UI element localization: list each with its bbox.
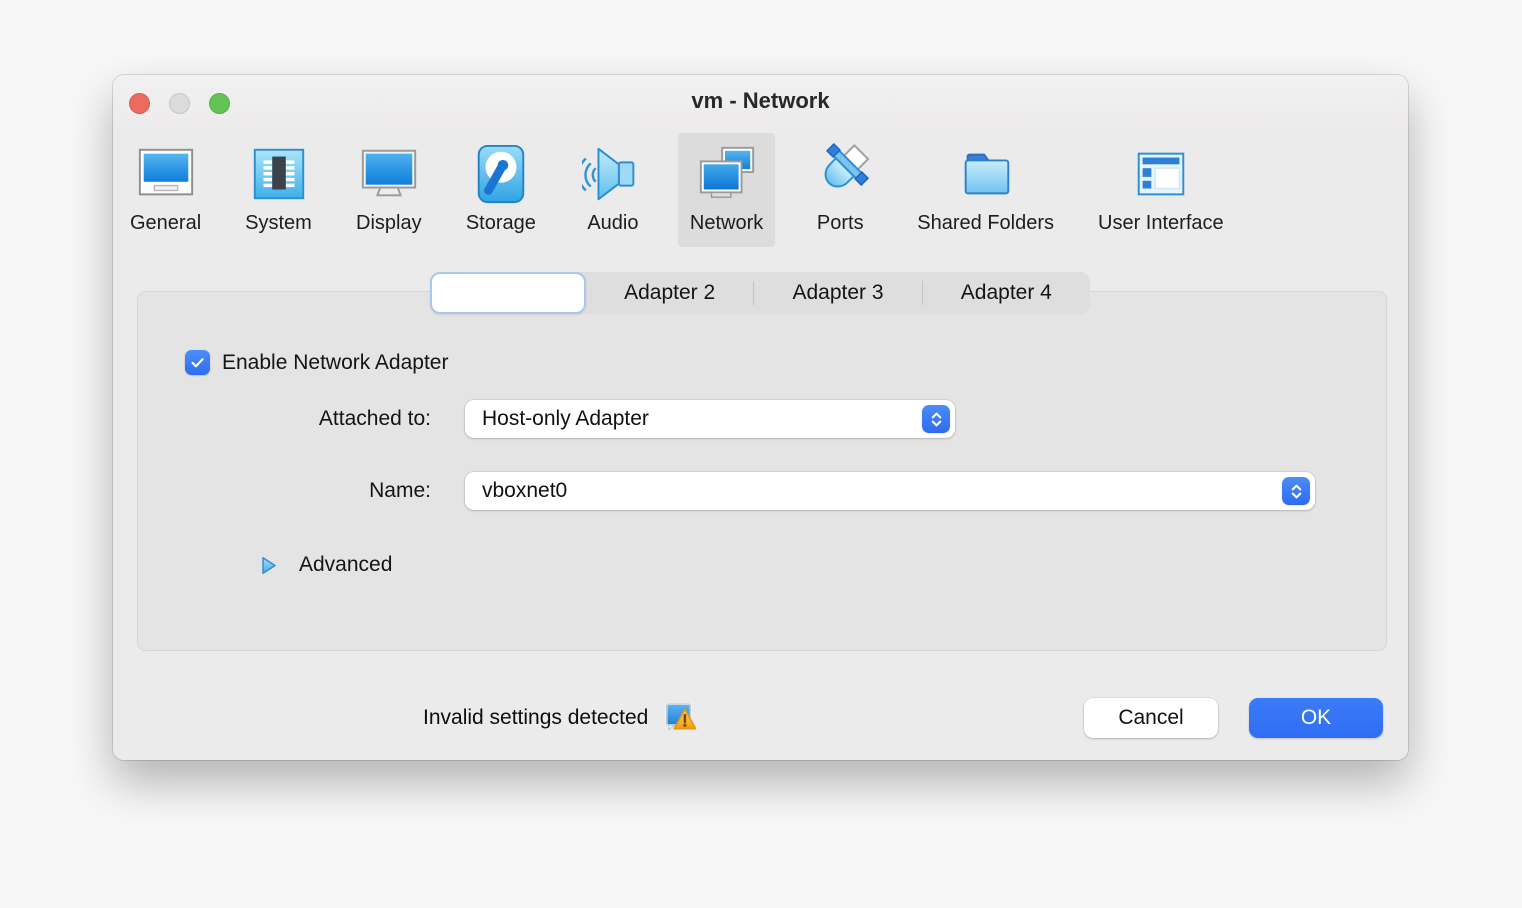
warning-icon bbox=[665, 702, 698, 734]
name-label: Name: bbox=[138, 472, 431, 510]
settings-toolbar: General System bbox=[113, 133, 1408, 247]
storage-icon bbox=[468, 141, 534, 207]
status-text: Invalid settings detected bbox=[423, 706, 648, 730]
chevron-up-down-icon bbox=[922, 405, 950, 433]
disclosure-triangle-icon bbox=[261, 556, 277, 575]
toolbar-label: Display bbox=[356, 212, 422, 235]
checkmark-icon bbox=[189, 354, 206, 371]
adapter-settings-panel: Enable Network Adapter Attached to: Host… bbox=[137, 291, 1387, 651]
toolbar-label: System bbox=[245, 212, 312, 235]
user-interface-icon bbox=[1128, 141, 1194, 207]
enable-network-adapter-checkbox[interactable] bbox=[185, 350, 210, 375]
advanced-disclosure[interactable]: Advanced bbox=[261, 553, 392, 577]
toolbar-label: User Interface bbox=[1098, 212, 1224, 235]
adapter-tabbar: Adapter 2 Adapter 3 Adapter 4 bbox=[430, 272, 1090, 314]
tab-adapter-2[interactable]: Adapter 2 bbox=[586, 272, 753, 314]
toolbar-label: General bbox=[130, 212, 201, 235]
window-title: vm - Network bbox=[113, 88, 1408, 114]
system-icon bbox=[246, 141, 312, 207]
attached-to-value: Host-only Adapter bbox=[465, 407, 922, 431]
attached-to-label: Attached to: bbox=[138, 400, 431, 438]
toolbar-item-network[interactable]: Network bbox=[678, 133, 775, 247]
tab-adapter-3[interactable]: Adapter 3 bbox=[754, 272, 921, 314]
chevron-up-down-icon bbox=[1282, 477, 1310, 505]
toolbar-label: Audio bbox=[587, 212, 638, 235]
cancel-button[interactable]: Cancel bbox=[1084, 698, 1218, 738]
attached-to-dropdown[interactable]: Host-only Adapter bbox=[465, 400, 955, 438]
toolbar-item-shared-folders[interactable]: Shared Folders bbox=[905, 133, 1066, 247]
desktop-background: { "window": { "title": "vm - Network" },… bbox=[0, 0, 1522, 908]
ports-icon bbox=[807, 141, 873, 207]
audio-icon bbox=[580, 141, 646, 207]
shared-folders-icon bbox=[953, 141, 1019, 207]
toolbar-item-display[interactable]: Display bbox=[344, 133, 434, 247]
toolbar-label: Ports bbox=[817, 212, 864, 235]
status-message: Invalid settings detected bbox=[423, 698, 698, 738]
toolbar-item-storage[interactable]: Storage bbox=[454, 133, 548, 247]
toolbar-label: Storage bbox=[466, 212, 536, 235]
enable-network-adapter-row: Enable Network Adapter bbox=[185, 350, 448, 375]
settings-window: vm - Network General bbox=[113, 75, 1408, 760]
network-icon bbox=[694, 141, 760, 207]
general-icon bbox=[133, 141, 199, 207]
toolbar-item-audio[interactable]: Audio bbox=[568, 133, 658, 247]
enable-network-adapter-label: Enable Network Adapter bbox=[222, 351, 448, 375]
ok-button[interactable]: OK bbox=[1249, 698, 1383, 738]
toolbar-item-user-interface[interactable]: User Interface bbox=[1086, 133, 1236, 247]
toolbar-label: Shared Folders bbox=[917, 212, 1054, 235]
toolbar-label: Network bbox=[690, 212, 763, 235]
tab-adapter-1[interactable] bbox=[430, 272, 586, 314]
toolbar-item-general[interactable]: General bbox=[118, 133, 213, 247]
display-icon bbox=[356, 141, 422, 207]
advanced-label: Advanced bbox=[299, 553, 392, 577]
toolbar-item-ports[interactable]: Ports bbox=[795, 133, 885, 247]
name-value: vboxnet0 bbox=[465, 479, 1282, 503]
name-dropdown[interactable]: vboxnet0 bbox=[465, 472, 1315, 510]
tab-adapter-4[interactable]: Adapter 4 bbox=[923, 272, 1090, 314]
toolbar-item-system[interactable]: System bbox=[233, 133, 324, 247]
